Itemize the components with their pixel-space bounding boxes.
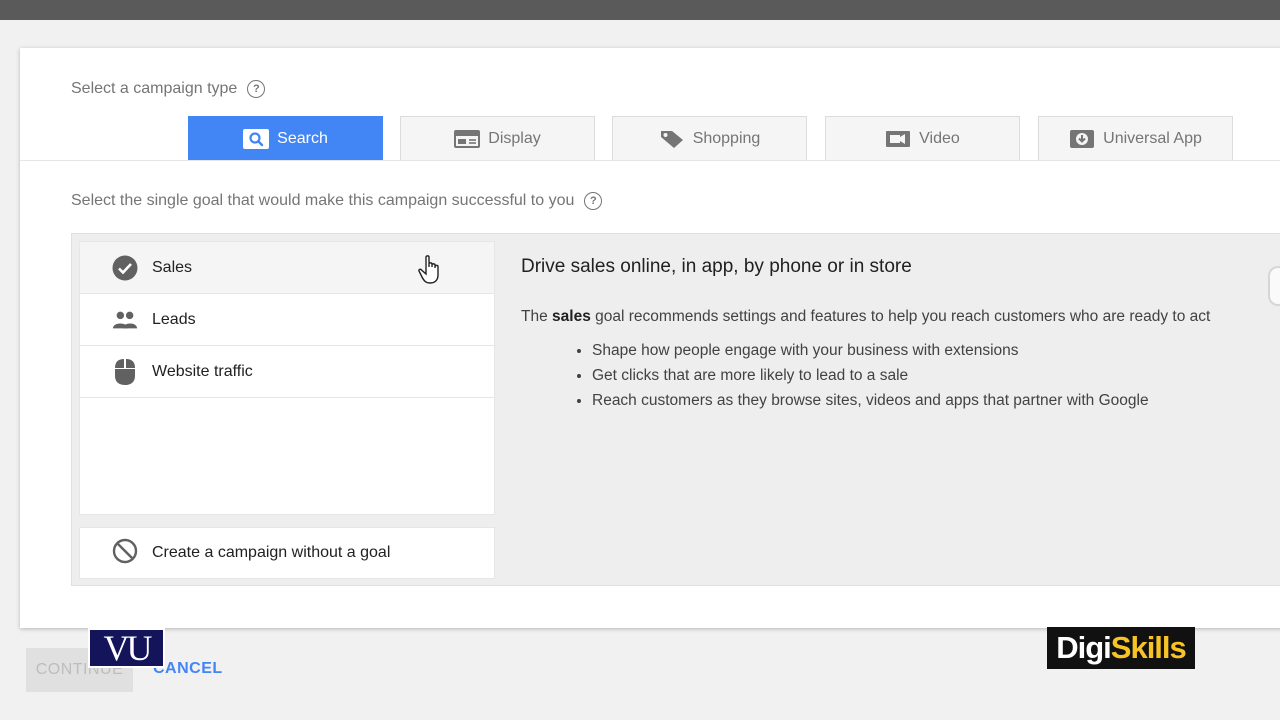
skills-text: Skills [1110,630,1187,665]
search-icon [243,129,270,149]
create-without-goal-option[interactable]: Create a campaign without a goal [79,527,495,579]
goal-detail-bullets: Shape how people engage with your busine… [521,342,1280,410]
tab-video[interactable]: Video [825,116,1020,161]
goal-detail: Drive sales online, in app, by phone or … [521,256,1280,417]
tab-search[interactable]: Search [188,116,383,161]
scroll-handle[interactable] [1268,266,1280,306]
no-goal-label: Create a campaign without a goal [152,544,391,561]
campaign-type-label: Select a campaign type ? [71,80,266,98]
campaign-type-label-text: Select a campaign type [71,80,238,97]
tab-display-label: Display [488,130,541,147]
campaign-setup-card: Select a campaign type ? Search Display … [20,48,1280,628]
tab-search-label: Search [277,130,328,147]
people-icon [112,307,138,333]
video-camera-icon [886,131,911,147]
vu-logo: VU [88,628,165,668]
digi-text: Digi [1056,630,1112,665]
goal-section-label: Select the single goal that would make t… [71,192,603,210]
tabs-divider [20,160,1280,161]
desc-suffix: goal recommends settings and features to… [595,308,1211,325]
help-icon[interactable]: ? [247,80,266,98]
help-icon[interactable]: ? [584,192,603,210]
bullet-item: Shape how people engage with your busine… [592,342,1280,360]
check-circle-icon [112,255,138,281]
goal-detail-description: The sales goal recommends settings and f… [521,308,1280,326]
tab-display[interactable]: Display [400,116,595,161]
desc-bold: sales [552,308,591,325]
goal-item-website-traffic[interactable]: Website traffic [80,346,494,398]
goal-item-label: Website traffic [152,362,253,380]
tab-universal-app-label: Universal App [1103,130,1202,147]
goal-detail-title: Drive sales online, in app, by phone or … [521,256,912,277]
hand-cursor-icon [418,255,439,284]
tag-icon [660,131,683,148]
desc-prefix: The [521,308,548,325]
bullet-item: Get clicks that are more likely to lead … [592,367,1280,385]
goal-item-label: Sales [152,258,193,276]
download-icon [1070,130,1095,148]
tab-universal-app[interactable]: Universal App [1038,116,1233,161]
digiskills-logo: Digi Skills [1047,627,1195,669]
bullet-item: Reach customers as they browse sites, vi… [592,392,1280,410]
tab-shopping[interactable]: Shopping [612,116,807,161]
goal-item-leads[interactable]: Leads [80,294,494,346]
display-icon [454,130,481,148]
goal-panel: Sales Leads Website traffic Create a cam… [71,233,1280,586]
goal-label-text: Select the single goal that would make t… [71,192,575,209]
goal-item-label: Leads [152,310,196,328]
tab-video-label: Video [919,130,960,147]
tab-shopping-label: Shopping [692,130,761,147]
window-top-bar [0,0,1280,20]
block-icon [112,538,138,569]
mouse-icon [112,358,138,385]
